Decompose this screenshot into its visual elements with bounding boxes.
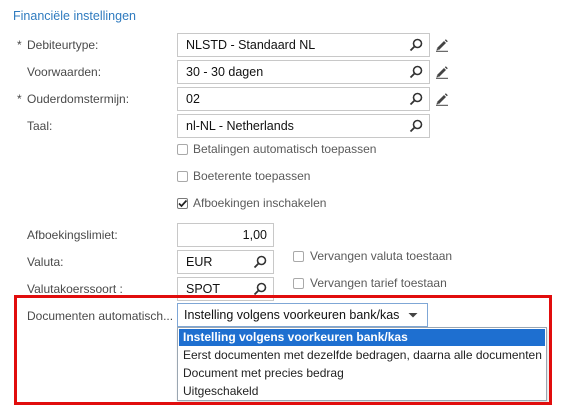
currency-label: Valuta: <box>27 255 64 269</box>
currency-field[interactable]: EUR <box>177 250 274 274</box>
enable-writeoffs-label: Afboekingen inschakelen <box>193 196 327 210</box>
language-value: nl-NL - Netherlands <box>186 119 294 133</box>
pencil-icon[interactable] <box>435 38 449 52</box>
search-icon[interactable] <box>409 65 423 79</box>
search-icon[interactable] <box>253 282 267 296</box>
override-rate-label: Vervangen tarief toestaan <box>310 276 447 290</box>
pencil-icon[interactable] <box>435 65 449 79</box>
search-icon[interactable] <box>409 38 423 52</box>
rate-type-label: Valutakoerssoort : <box>27 282 123 296</box>
highlight-box <box>14 295 552 405</box>
writeoff-limit-field[interactable]: 1,00 <box>177 223 274 247</box>
override-rate-checkbox[interactable] <box>293 278 304 289</box>
customer-type-value: NLSTD - Standaard NL <box>186 38 316 52</box>
terms-value: 30 - 30 dagen <box>186 65 264 79</box>
enable-writeoffs-checkbox[interactable] <box>177 198 188 209</box>
terms-label: Voorwaarden: <box>27 65 102 79</box>
language-label: Taal: <box>27 119 53 133</box>
required-marker: * <box>17 92 22 106</box>
checkmark-icon <box>178 199 188 208</box>
search-icon[interactable] <box>253 255 267 269</box>
late-interest-label: Boeterente toepassen <box>193 169 311 183</box>
auto-payments-checkbox[interactable] <box>177 144 188 155</box>
auto-payments-label: Betalingen automatisch toepassen <box>193 142 377 156</box>
search-icon[interactable] <box>409 119 423 133</box>
aging-period-field[interactable]: 02 <box>177 87 430 111</box>
section-title: Financiële instellingen <box>13 9 136 23</box>
aging-period-label-text: Ouderdomstermijn: <box>27 92 130 106</box>
customer-type-field[interactable]: NLSTD - Standaard NL <box>177 33 430 57</box>
aging-period-label: * Ouderdomstermijn: <box>17 92 130 106</box>
late-interest-checkbox[interactable] <box>177 171 188 182</box>
language-field[interactable]: nl-NL - Netherlands <box>177 114 430 138</box>
customer-type-label-text: Debiteurtype: <box>27 38 99 52</box>
customer-type-label: * Debiteurtype: <box>17 38 99 52</box>
override-currency-checkbox[interactable] <box>293 251 304 262</box>
rate-type-value: SPOT <box>186 282 221 296</box>
override-currency-label: Vervangen valuta toestaan <box>310 249 453 263</box>
writeoff-limit-value: 1,00 <box>242 228 267 242</box>
currency-value: EUR <box>186 255 213 269</box>
pencil-icon[interactable] <box>435 92 449 106</box>
aging-period-value: 02 <box>186 92 200 106</box>
writeoff-limit-label: Afboekingslimiet: <box>27 228 118 242</box>
required-marker: * <box>17 38 22 52</box>
terms-field[interactable]: 30 - 30 dagen <box>177 60 430 84</box>
search-icon[interactable] <box>409 92 423 106</box>
